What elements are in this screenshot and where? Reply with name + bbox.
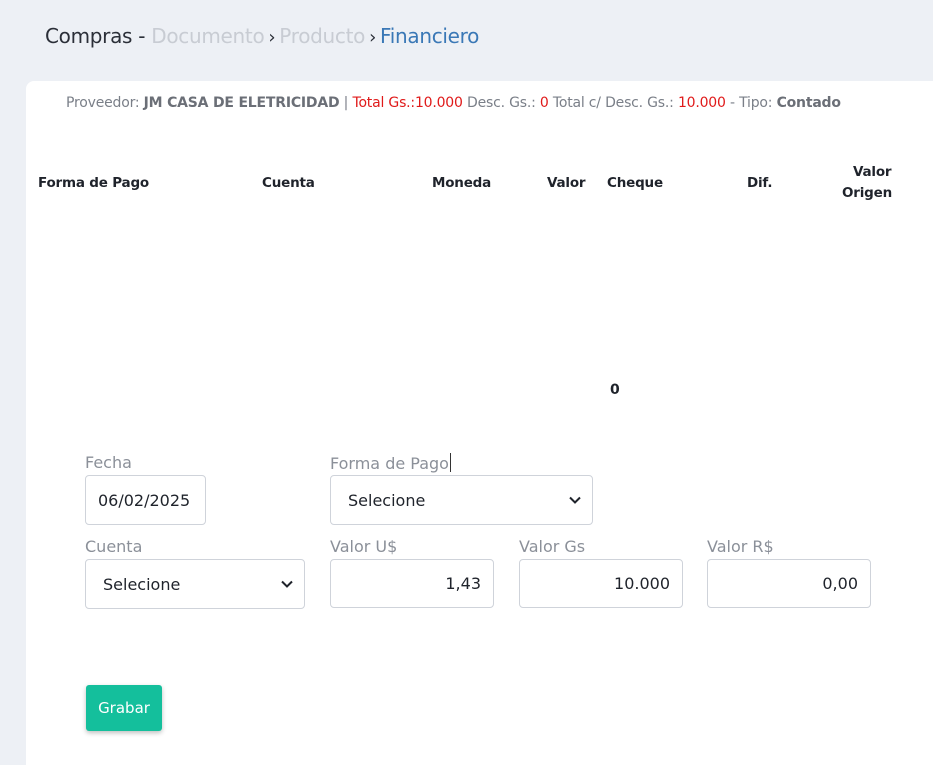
valor-usd-label: Valor U$	[330, 537, 398, 556]
valor-gs-value: 10.000	[614, 574, 670, 593]
tipo-label: - Tipo:	[730, 95, 773, 111]
financiero-card: Proveedor: JM CASA DE ELETRICIDAD | Tota…	[26, 81, 933, 765]
breadcrumb-root: Compras	[45, 24, 133, 48]
cuenta-value: Selecione	[103, 574, 181, 594]
breadcrumb-documento[interactable]: Documento	[151, 24, 264, 48]
breadcrumb-separator: -	[138, 24, 146, 48]
valor-brl-label: Valor R$	[707, 537, 774, 556]
cuenta-select[interactable]: Selecione	[85, 559, 305, 609]
breadcrumb-financiero[interactable]: Financiero	[380, 24, 479, 48]
proveedor-label: Proveedor:	[66, 95, 140, 111]
desc-value: 0	[539, 95, 549, 111]
breadcrumb-arrow-icon: ›	[369, 27, 376, 48]
fecha-label: Fecha	[85, 453, 132, 472]
table-total: 0	[610, 382, 620, 398]
desc-label: Desc. Gs.:	[467, 95, 536, 111]
summary-pipe: |	[343, 95, 349, 111]
purchase-summary: Proveedor: JM CASA DE ELETRICIDAD | Tota…	[66, 95, 841, 111]
cuenta-label: Cuenta	[85, 537, 143, 556]
text-cursor	[449, 453, 451, 472]
col-cheque: Cheque	[607, 175, 663, 191]
total-value: 10.000	[414, 95, 463, 111]
valor-brl-value: 0,00	[822, 574, 858, 593]
proveedor-value: JM CASA DE ELETRICIDAD	[143, 95, 340, 111]
col-valor-origen-line1: Valor	[853, 164, 892, 180]
valor-brl-input[interactable]: 0,00	[707, 559, 871, 608]
valor-usd-input[interactable]: 1,43	[330, 559, 494, 608]
valor-gs-label: Valor Gs	[519, 537, 586, 556]
breadcrumb: Compras - Documento › Producto › Financiero	[45, 24, 479, 48]
forma-pago-select[interactable]: Selecione	[330, 475, 593, 525]
tipo-value: Contado	[776, 95, 841, 111]
total-desc-value: 10.000	[677, 95, 726, 111]
breadcrumb-arrow-icon: ›	[268, 27, 276, 48]
chevron-down-icon	[569, 496, 581, 504]
total-label: Total Gs.:	[352, 95, 415, 111]
valor-gs-input[interactable]: 10.000	[519, 559, 683, 608]
col-cuenta: Cuenta	[262, 175, 315, 191]
col-moneda: Moneda	[432, 175, 492, 191]
valor-usd-value: 1,43	[445, 574, 481, 593]
fecha-input[interactable]: 06/02/2025	[85, 475, 206, 525]
col-dif: Dif.	[747, 175, 773, 191]
breadcrumb-producto[interactable]: Producto	[279, 24, 365, 48]
grabar-button[interactable]: Grabar	[86, 685, 162, 731]
forma-pago-label: Forma de Pago	[330, 453, 451, 473]
col-forma-de-pago: Forma de Pago	[38, 175, 149, 191]
fecha-value: 06/02/2025	[98, 490, 191, 510]
chevron-down-icon	[281, 580, 293, 588]
col-valor: Valor	[547, 175, 586, 191]
forma-pago-value: Selecione	[348, 490, 426, 510]
total-desc-label: Total c/ Desc. Gs.:	[552, 95, 674, 111]
col-valor-origen-line2: Origen	[842, 185, 892, 201]
